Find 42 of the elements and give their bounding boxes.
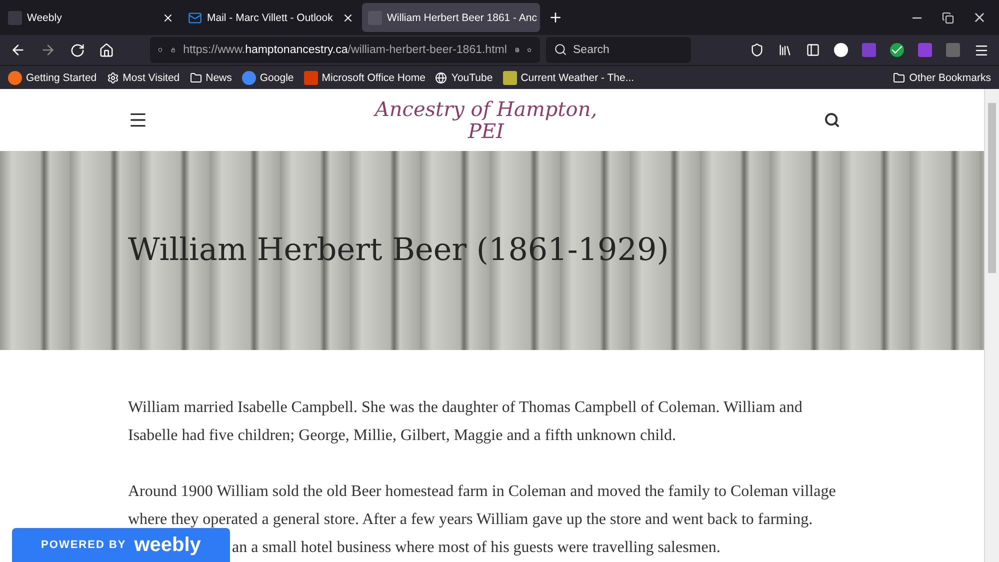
home-icon[interactable] bbox=[99, 42, 114, 58]
search-icon bbox=[554, 43, 567, 56]
gear-icon bbox=[106, 72, 119, 84]
bookmark-link[interactable]: Getting Started bbox=[8, 70, 97, 84]
site-logo[interactable]: Ancestry of Hampton, PEI bbox=[374, 98, 598, 142]
forward-icon[interactable] bbox=[40, 42, 56, 58]
paragraph: an a small hotel business where most of his guests were travelling salesmen. bbox=[232, 538, 720, 558]
page-title: William Herbert Beer (1861-1929) bbox=[128, 232, 669, 268]
close-icon[interactable] bbox=[972, 10, 987, 25]
menu-icon[interactable] bbox=[974, 42, 989, 58]
circle-extension-icon[interactable] bbox=[834, 43, 848, 57]
search-field[interactable]: Search bbox=[546, 37, 691, 63]
browser-tab[interactable]: Mail - Marc Villett - Outlook bbox=[182, 3, 360, 32]
sidebar-icon[interactable] bbox=[806, 43, 820, 57]
browser-tab[interactable]: William Herbert Beer 1861 - Anc bbox=[362, 3, 540, 32]
other-bookmarks-link[interactable]: Other Bookmarks bbox=[893, 72, 991, 84]
library-icon[interactable] bbox=[778, 43, 792, 57]
reload-icon[interactable] bbox=[70, 42, 85, 58]
folder-icon bbox=[190, 72, 202, 84]
paragraph: Around 1900 William sold the old Beer homestead farm in Coleman and moved the family to Coleman village where they operated a general store. After a few years William gave up the store and went back to farming. bbox=[128, 482, 837, 530]
url-text: https://www.hamptonancestry.ca/william-herbert-beer-1861.html bbox=[183, 44, 507, 56]
bookmark-link[interactable]: Current Weather - The... bbox=[502, 70, 634, 84]
bookmark-link[interactable]: Google bbox=[242, 70, 294, 84]
paragraph: William married Isabelle Campbell. She was the daughter of Thomas Campbell of Coleman. William and Isabelle had five children; George, Millie, Gilbert, Maggie and a fifth unknown child. bbox=[128, 398, 804, 446]
scrollbar[interactable] bbox=[984, 89, 999, 562]
close-icon[interactable] bbox=[342, 12, 354, 24]
bookmark-link[interactable]: YouTube bbox=[435, 72, 493, 84]
mail-icon bbox=[188, 10, 202, 24]
powered-by-badge[interactable]: POWERED BY weebly bbox=[12, 528, 230, 562]
bookmark-link[interactable]: Microsoft Office Home bbox=[304, 70, 426, 84]
browser-tab[interactable]: Weebly bbox=[2, 3, 180, 32]
new-tab-icon[interactable] bbox=[548, 10, 563, 25]
back-icon[interactable] bbox=[10, 42, 26, 58]
bookmark-link[interactable]: News bbox=[190, 72, 232, 84]
close-icon[interactable] bbox=[162, 12, 174, 24]
bookmark-link[interactable]: Most Visited bbox=[106, 72, 180, 84]
address-bar[interactable]: https://www.hamptonancestry.ca/william-herbert-beer-1861.html bbox=[150, 37, 540, 63]
folder-icon bbox=[893, 72, 906, 84]
restore-icon[interactable] bbox=[942, 12, 954, 24]
check-extension-icon[interactable] bbox=[890, 43, 904, 57]
search-icon[interactable] bbox=[824, 112, 840, 128]
globe-icon bbox=[435, 72, 448, 84]
